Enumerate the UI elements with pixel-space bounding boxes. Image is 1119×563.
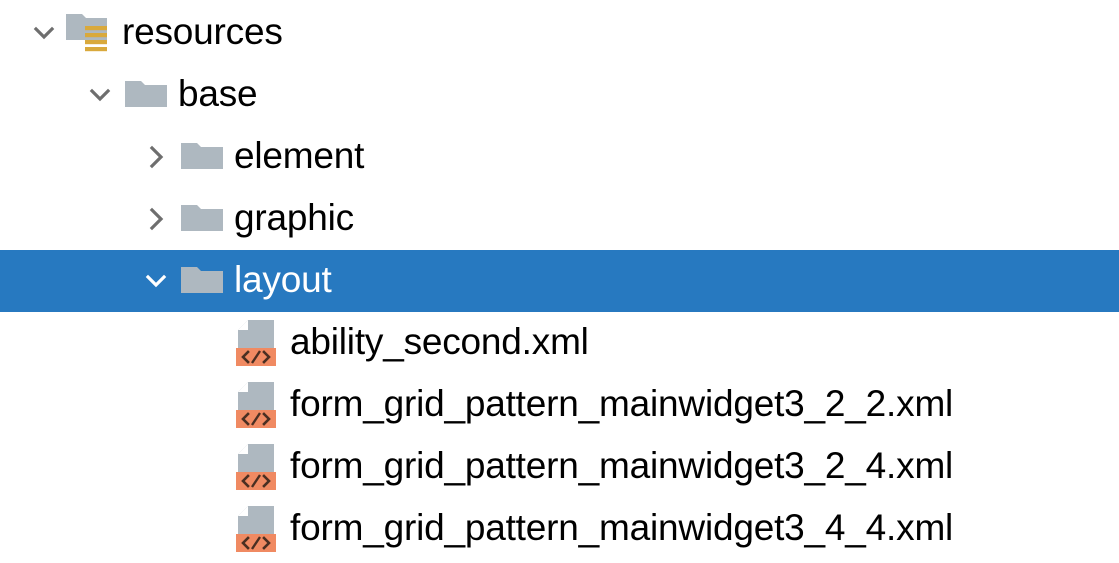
tree-indent-spacer <box>0 281 136 282</box>
chevron-down-icon[interactable] <box>24 13 64 53</box>
tree-row-form-grid-pattern-mainwidget3-2-4-xml[interactable]: form_grid_pattern_mainwidget3_2_4.xml <box>0 436 1119 498</box>
tree-row-label: ability_second.xml <box>290 321 589 362</box>
project-file-tree[interactable]: resources base element graphic layout ability… <box>0 0 1119 563</box>
folder-resources-icon <box>64 9 116 57</box>
tree-indent-spacer <box>0 343 192 344</box>
tree-indent-spacer <box>0 157 136 158</box>
tree-twisty-placeholder <box>192 447 232 487</box>
tree-row-layout[interactable]: layout <box>0 250 1119 312</box>
tree-indent-spacer <box>0 219 136 220</box>
tree-row-form-grid-pattern-mainwidget3-2-2-xml[interactable]: form_grid_pattern_mainwidget3_2_2.xml <box>0 374 1119 436</box>
tree-row-label: resources <box>122 11 283 52</box>
tree-row-label: form_grid_pattern_mainwidget3_2_4.xml <box>290 445 954 486</box>
tree-row-resources[interactable]: resources <box>0 2 1119 64</box>
chevron-down-icon[interactable] <box>80 75 120 115</box>
chevron-right-icon[interactable] <box>136 137 176 177</box>
tree-row-ability-second-xml[interactable]: ability_second.xml <box>0 312 1119 374</box>
tree-indent-spacer <box>0 95 80 96</box>
tree-indent-spacer <box>0 529 192 530</box>
xml-file-icon <box>232 319 284 367</box>
tree-indent-spacer <box>0 33 24 34</box>
tree-row-element[interactable]: element <box>0 126 1119 188</box>
tree-row-form-grid-pattern-mainwidget3-4-4-xml[interactable]: form_grid_pattern_mainwidget3_4_4.xml <box>0 498 1119 560</box>
folder-icon <box>176 133 228 181</box>
xml-file-icon <box>232 443 284 491</box>
chevron-right-icon[interactable] <box>136 199 176 239</box>
tree-row-label: form_grid_pattern_mainwidget3_2_2.xml <box>290 383 954 424</box>
xml-file-icon <box>232 381 284 429</box>
tree-row-label: graphic <box>234 197 354 238</box>
tree-indent-spacer <box>0 467 192 468</box>
tree-row-label: base <box>178 73 258 114</box>
tree-twisty-placeholder <box>192 509 232 549</box>
tree-row-label: layout <box>234 259 332 300</box>
tree-row-label: element <box>234 135 365 176</box>
tree-row-graphic[interactable]: graphic <box>0 188 1119 250</box>
tree-row-base[interactable]: base <box>0 64 1119 126</box>
tree-twisty-placeholder <box>192 385 232 425</box>
tree-twisty-placeholder <box>192 323 232 363</box>
tree-indent-spacer <box>0 405 192 406</box>
folder-icon <box>176 257 228 305</box>
chevron-down-icon[interactable] <box>136 261 176 301</box>
folder-icon <box>120 71 172 119</box>
tree-row-label: form_grid_pattern_mainwidget3_4_4.xml <box>290 507 954 548</box>
folder-icon <box>176 195 228 243</box>
xml-file-icon <box>232 505 284 553</box>
